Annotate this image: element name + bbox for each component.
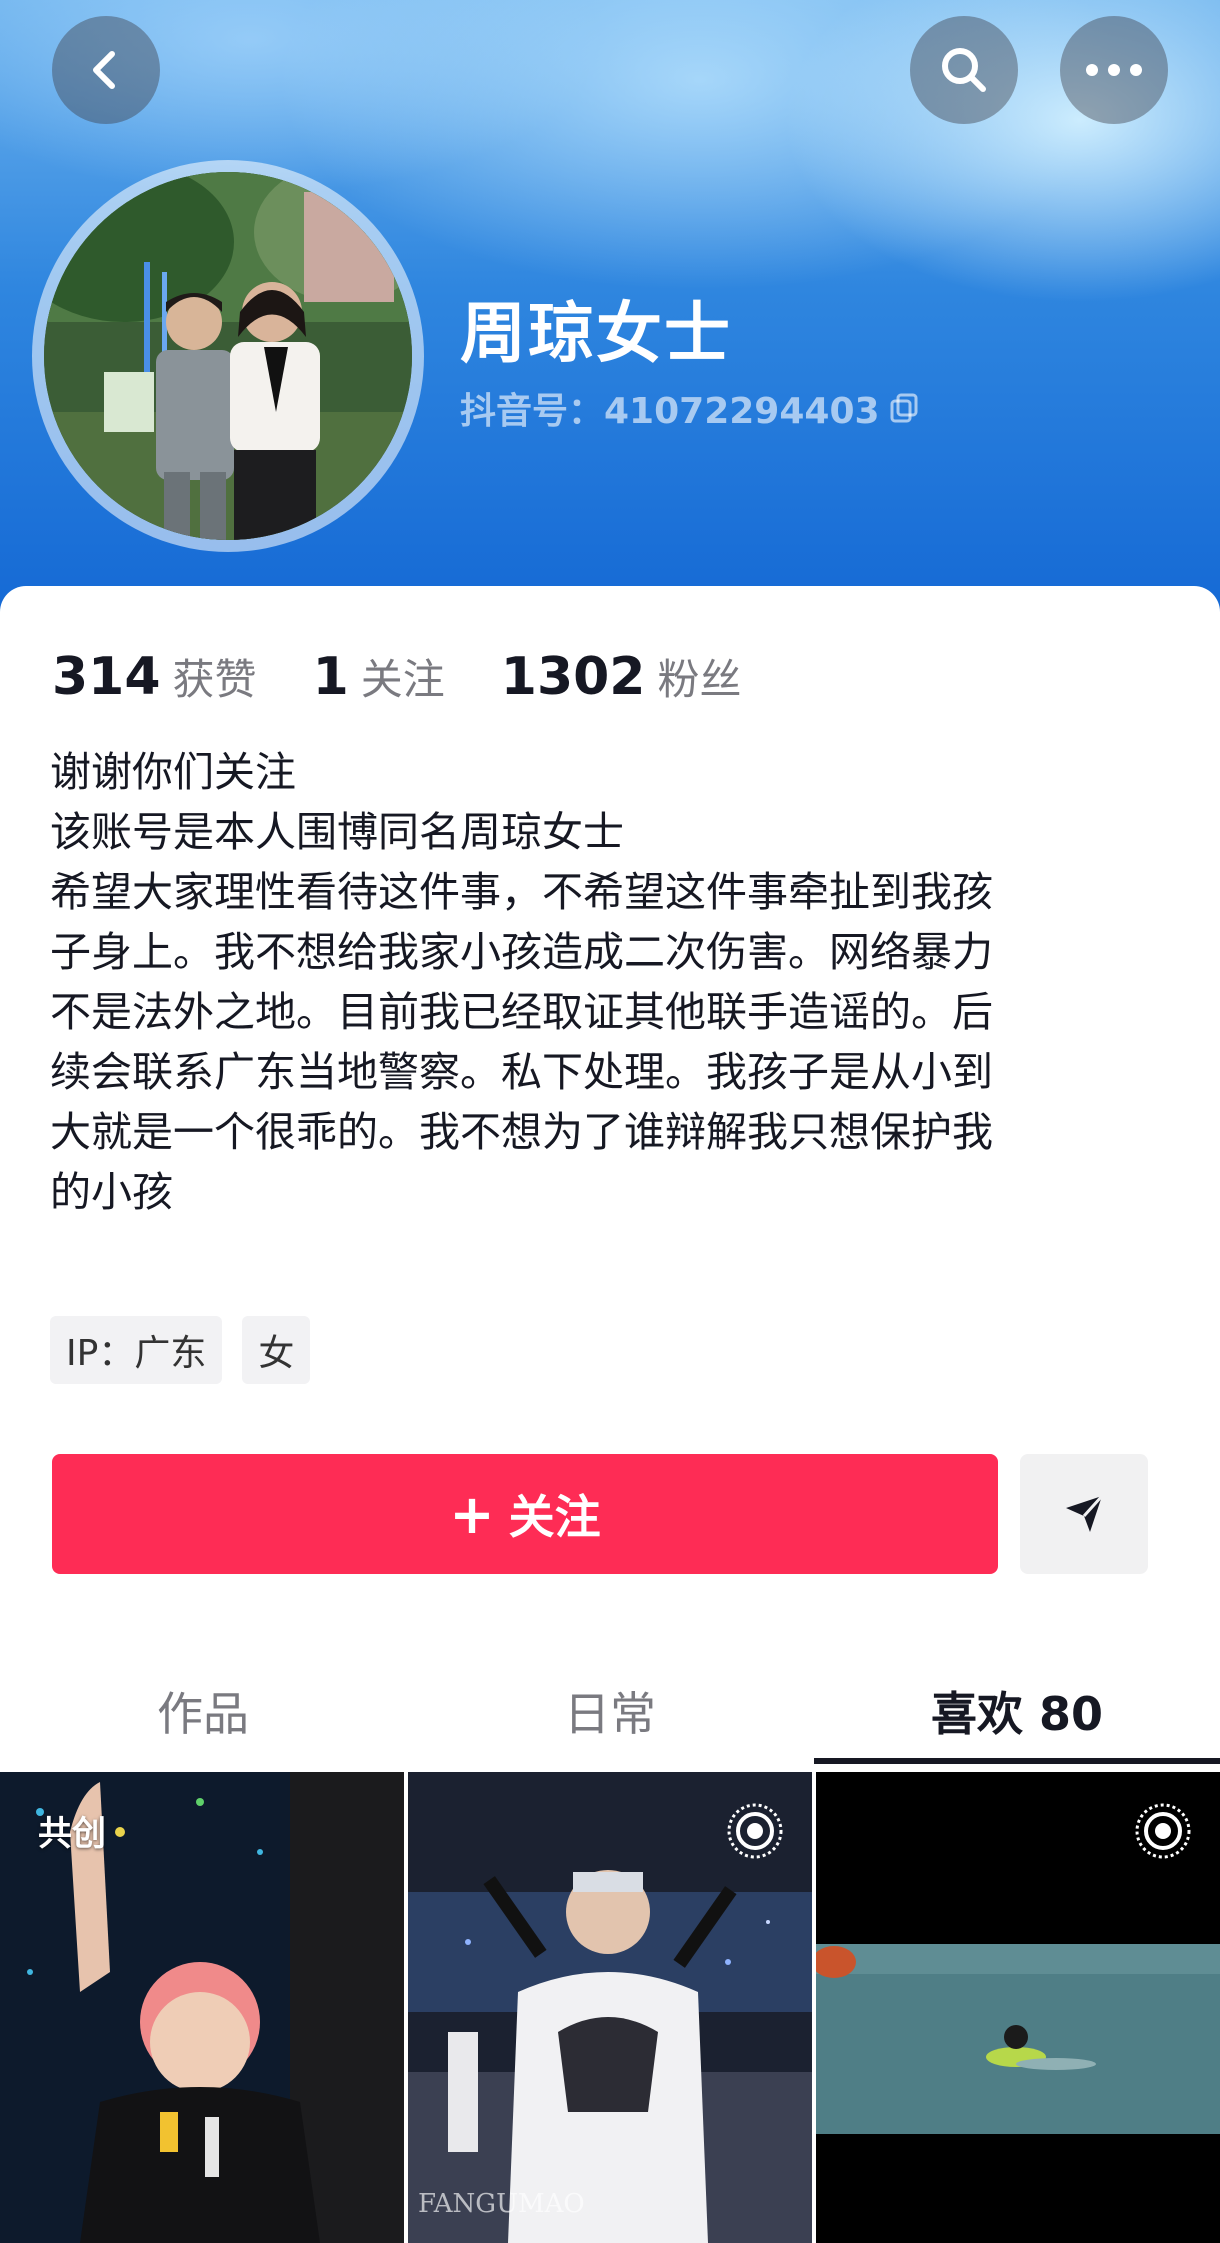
stat-followers[interactable]: 1302 粉丝	[501, 646, 742, 707]
profile-bio: 谢谢你们关注 该账号是本人围博同名周琼女士 希望大家理性看待这件事，不希望这件事…	[50, 742, 1180, 1222]
bio-line: 的小孩	[50, 1168, 173, 1216]
plus-icon: +	[449, 1482, 495, 1546]
tab-likes[interactable]: 喜欢 80	[814, 1656, 1220, 1766]
video-thumbnail[interactable]: FANGUMAO	[408, 1772, 812, 2243]
live-photo-icon	[1135, 1803, 1191, 1859]
tab-daily[interactable]: 日常	[407, 1656, 813, 1766]
bio-line: 希望大家理性看待这件事，不希望这件事牵扯到我孩	[50, 868, 993, 916]
ip-location-tag: IP：广东	[50, 1316, 223, 1384]
profile-tags: IP：广东 女	[50, 1316, 311, 1384]
back-button[interactable]	[52, 16, 160, 124]
bio-line: 谢谢你们关注	[50, 748, 296, 796]
stat-following[interactable]: 1 关注	[313, 646, 445, 707]
bio-line: 该账号是本人围博同名周琼女士	[50, 808, 624, 856]
send-icon	[1066, 1494, 1104, 1532]
share-button[interactable]	[1020, 1454, 1148, 1574]
content-tabs: 作品 日常 喜欢 80	[0, 1656, 1220, 1766]
video-watermark: FANGUMAO	[418, 2189, 585, 2219]
video-thumbnail[interactable]: 共创	[0, 1772, 404, 2243]
avatar-photo	[44, 172, 412, 540]
bio-line: 子身上。我不想给我家小孩造成二次伤害。网络暴力	[50, 928, 993, 976]
stat-following-value: 1	[312, 647, 349, 707]
copy-icon[interactable]	[888, 391, 922, 425]
stat-likes[interactable]: 314 获赞	[52, 646, 257, 707]
video-grid: 共创 FANGUMAO	[0, 1772, 1220, 2243]
profile-name: 周琼女士	[460, 295, 732, 372]
avatar-ring	[32, 160, 424, 552]
active-tab-indicator	[814, 1758, 1220, 1764]
more-horizontal-icon	[1086, 64, 1142, 76]
douyin-id[interactable]: 抖音号：41072294403	[460, 382, 922, 434]
chevron-left-icon	[93, 51, 115, 89]
gender-tag: 女	[242, 1316, 311, 1384]
more-button[interactable]	[1060, 16, 1168, 124]
stat-likes-value: 314	[52, 647, 161, 707]
bio-line: 续会联系广东当地警察。私下处理。我孩子是从小到	[50, 1048, 993, 1096]
stat-likes-label: 获赞	[172, 655, 257, 704]
stat-followers-label: 粉丝	[657, 655, 742, 704]
bio-line: 不是法外之地。目前我已经取证其他联手造谣的。后	[50, 988, 993, 1036]
follow-button-label: 关注	[508, 1490, 601, 1544]
tab-works[interactable]: 作品	[0, 1656, 406, 1766]
bio-line: 大就是一个很乖的。我不想为了谁辩解我只想保护我	[50, 1108, 993, 1156]
profile-header: 周琼女士 抖音号：41072294403	[0, 0, 1220, 640]
video-thumbnail[interactable]	[816, 1772, 1220, 2243]
avatar[interactable]	[44, 172, 412, 540]
stat-followers-value: 1302	[500, 647, 646, 707]
stats-row: 314 获赞 1 关注 1302 粉丝	[52, 646, 798, 707]
stat-following-label: 关注	[360, 655, 445, 704]
douyin-id-text: 抖音号：41072294403	[460, 391, 880, 432]
search-button[interactable]	[910, 16, 1018, 124]
co-create-badge: 共创	[38, 1814, 106, 1854]
follow-button[interactable]: + 关注	[52, 1454, 998, 1574]
search-icon	[942, 48, 986, 92]
live-photo-icon	[727, 1803, 783, 1859]
